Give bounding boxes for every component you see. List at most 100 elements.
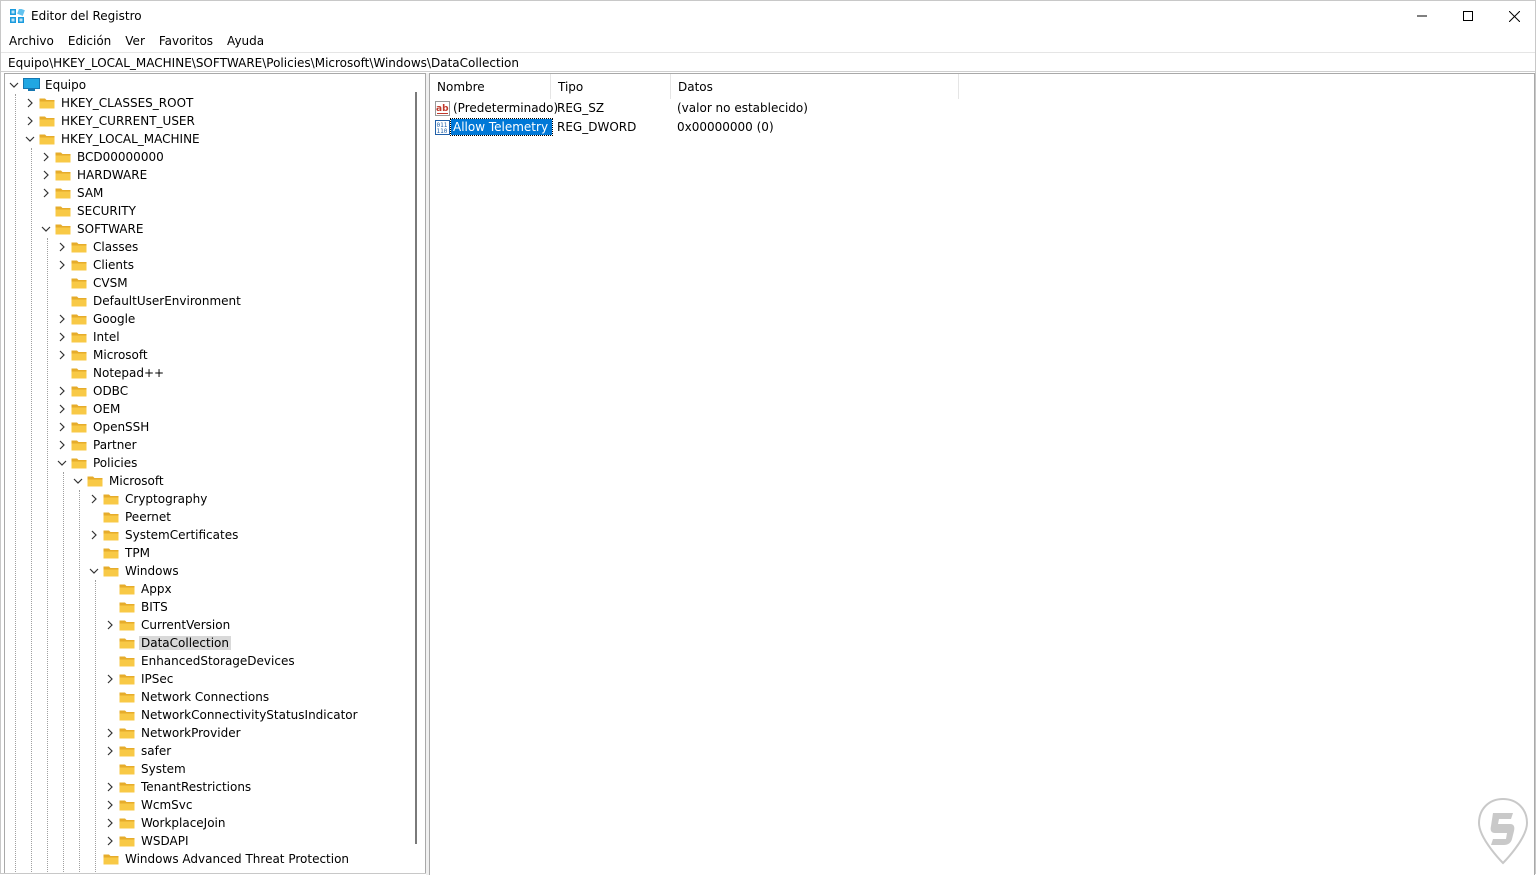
chevron-right-icon[interactable]	[105, 674, 115, 684]
folder-icon	[55, 224, 71, 235]
tree-node[interactable]: WcmSvc	[5, 796, 415, 814]
tree-node[interactable]: EnhancedStorageDevices	[5, 652, 415, 670]
tree-node[interactable]: NetworkConnectivityStatusIndicator	[5, 706, 415, 724]
tree-node[interactable]: SAM	[5, 184, 415, 202]
chevron-right-icon[interactable]	[25, 116, 35, 126]
chevron-right-icon[interactable]	[57, 386, 67, 396]
tree-node[interactable]: DataCollection	[5, 634, 415, 652]
values-list[interactable]: Nombre Tipo Datos ab (Predeterminado) RE…	[429, 73, 1535, 875]
tree-node[interactable]: Appx	[5, 580, 415, 598]
chevron-down-icon[interactable]	[89, 566, 99, 576]
chevron-down-icon[interactable]	[73, 476, 83, 486]
tree-node[interactable]: System	[5, 760, 415, 778]
chevron-right-icon[interactable]	[41, 188, 51, 198]
minimize-button[interactable]	[1399, 1, 1445, 31]
tree-node[interactable]: Windows Advanced Threat Protection	[5, 850, 415, 868]
tree-node[interactable]: BCD00000000	[5, 148, 415, 166]
tree-node[interactable]: Windows	[5, 562, 415, 580]
menu-archivo[interactable]: Archivo	[1, 31, 61, 52]
tree-node[interactable]: HARDWARE	[5, 166, 415, 184]
close-button[interactable]	[1491, 1, 1536, 31]
tree-node[interactable]: CurrentVersion	[5, 616, 415, 634]
tree-node[interactable]: Intel	[5, 328, 415, 346]
chevron-down-icon[interactable]	[25, 134, 35, 144]
tree-node[interactable]: Partner	[5, 436, 415, 454]
tree-node[interactable]: CVSM	[5, 274, 415, 292]
tree-label: DefaultUserEnvironment	[93, 294, 241, 308]
tree-node[interactable]: HKEY_CURRENT_USER	[5, 112, 415, 130]
chevron-right-icon[interactable]	[105, 728, 115, 738]
chevron-right-icon[interactable]	[105, 800, 115, 810]
chevron-right-icon[interactable]	[57, 440, 67, 450]
tree-node[interactable]: Classes	[5, 238, 415, 256]
column-header-nombre[interactable]: Nombre	[430, 74, 551, 99]
tree-node[interactable]: SOFTWARE	[5, 220, 415, 238]
tree-node[interactable]: TenantRestrictions	[5, 778, 415, 796]
tree-node[interactable]: BITS	[5, 598, 415, 616]
chevron-right-icon[interactable]	[57, 350, 67, 360]
tree-node[interactable]: IPSec	[5, 670, 415, 688]
tree-node[interactable]: HKEY_CLASSES_ROOT	[5, 94, 415, 112]
chevron-right-icon[interactable]	[57, 260, 67, 270]
menu-edicion[interactable]: Edición	[61, 31, 118, 52]
tree-node[interactable]: NetworkProvider	[5, 724, 415, 742]
tree-node[interactable]: Google	[5, 310, 415, 328]
column-header-datos[interactable]: Datos	[671, 74, 959, 99]
tree-node[interactable]: Network Connections	[5, 688, 415, 706]
chevron-right-icon[interactable]	[57, 242, 67, 252]
chevron-right-icon[interactable]	[41, 152, 51, 162]
menu-favoritos[interactable]: Favoritos	[152, 31, 220, 52]
chevron-right-icon[interactable]	[57, 404, 67, 414]
value-name[interactable]: (Predeterminado)	[451, 100, 562, 116]
chevron-right-icon[interactable]	[105, 746, 115, 756]
chevron-right-icon[interactable]	[105, 782, 115, 792]
tree-label: TenantRestrictions	[141, 780, 252, 794]
tree-scrollbar[interactable]	[415, 92, 417, 844]
tree-node[interactable]: Peernet	[5, 508, 415, 526]
tree-node[interactable]: SystemCertificates	[5, 526, 415, 544]
chevron-right-icon[interactable]	[57, 422, 67, 432]
tree-node[interactable]: WSDAPI	[5, 832, 415, 850]
registry-tree[interactable]: Equipo HKEY_CLASSES_ROOT HKEY_CURRENT_USE…	[4, 73, 426, 873]
tree-node[interactable]: Policies	[5, 454, 415, 472]
menu-ayuda[interactable]: Ayuda	[220, 31, 271, 52]
tree-node[interactable]: HKEY_LOCAL_MACHINE	[5, 130, 415, 148]
tree-root-equipo[interactable]: Equipo	[5, 76, 415, 94]
tree-node[interactable]: OpenSSH	[5, 418, 415, 436]
chevron-right-icon[interactable]	[105, 818, 115, 828]
chevron-down-icon[interactable]	[41, 224, 51, 234]
chevron-right-icon[interactable]	[105, 836, 115, 846]
maximize-button[interactable]	[1445, 1, 1491, 31]
menu-ver[interactable]: Ver	[118, 31, 152, 52]
column-header-tipo[interactable]: Tipo	[551, 74, 671, 99]
chevron-right-icon[interactable]	[25, 98, 35, 108]
chevron-right-icon[interactable]	[57, 314, 67, 324]
chevron-right-icon[interactable]	[41, 170, 51, 180]
chevron-right-icon[interactable]	[89, 494, 99, 504]
tree-node[interactable]: Cryptography	[5, 490, 415, 508]
list-row[interactable]: ab (Predeterminado) REG_SZ (valor no est…	[430, 99, 1534, 118]
chevron-right-icon[interactable]	[57, 332, 67, 342]
chevron-right-icon[interactable]	[89, 530, 99, 540]
tree-node[interactable]: OEM	[5, 400, 415, 418]
address-bar[interactable]: Equipo\HKEY_LOCAL_MACHINE\SOFTWARE\Polic…	[1, 52, 1535, 72]
tree-node[interactable]: safer	[5, 742, 415, 760]
tree-node[interactable]: WorkplaceJoin	[5, 814, 415, 832]
chevron-down-icon[interactable]	[57, 458, 67, 468]
folder-icon	[119, 620, 135, 631]
registry-editor-window: Editor del Registro Archivo Edición Ver …	[0, 0, 1536, 875]
chevron-down-icon[interactable]	[9, 80, 19, 90]
address-path[interactable]: Equipo\HKEY_LOCAL_MACHINE\SOFTWARE\Polic…	[8, 56, 519, 70]
tree-node[interactable]: Clients	[5, 256, 415, 274]
tree-node[interactable]: TPM	[5, 544, 415, 562]
chevron-right-icon[interactable]	[105, 620, 115, 630]
value-name[interactable]: Allow Telemetry	[449, 118, 554, 136]
tree-node[interactable]: ODBC	[5, 382, 415, 400]
tree-node[interactable]: Microsoft	[5, 472, 415, 490]
tree-node[interactable]: DefaultUserEnvironment	[5, 292, 415, 310]
folder-icon	[71, 242, 87, 253]
tree-node[interactable]: Microsoft	[5, 346, 415, 364]
list-row[interactable]: 011 110 Allow Telemetry REG_DWORD 0x0000…	[430, 118, 1534, 137]
tree-node[interactable]: Notepad++	[5, 364, 415, 382]
tree-node[interactable]: SECURITY	[5, 202, 415, 220]
